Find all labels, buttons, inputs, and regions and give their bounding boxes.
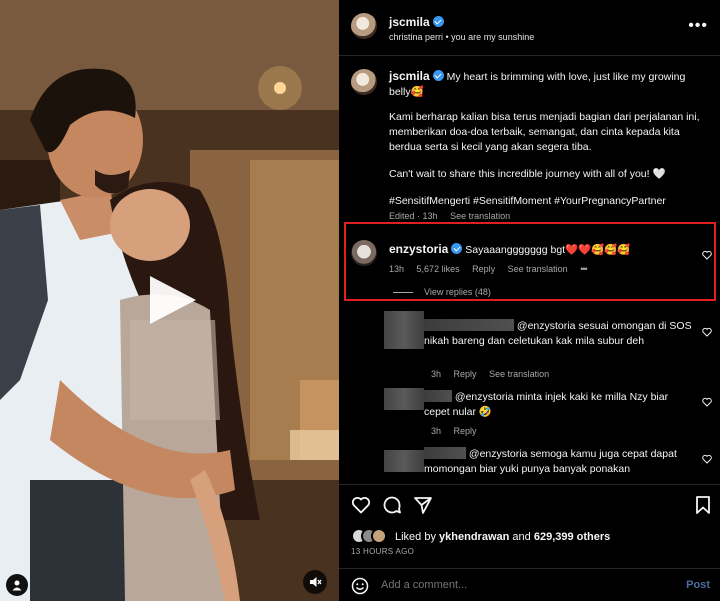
liked-by-prefix: Liked by: [395, 531, 436, 543]
liked-by-avatars: [351, 528, 391, 546]
blurred-username: [424, 447, 466, 459]
highlighted-comment: enzystoria Sayaaanggggggg bgt❤️❤️🥰🥰🥰 13h…: [389, 242, 699, 274]
reply-meta: 3h Reply: [431, 426, 487, 436]
liked-by-count[interactable]: 629,399 others: [534, 531, 610, 543]
reply-mention[interactable]: @enzystoria: [517, 320, 576, 332]
see-translation-link[interactable]: See translation: [508, 264, 568, 274]
post-details-panel: jscmila christina perri • you are my sun…: [339, 0, 720, 601]
post-caption: jscmila My heart is brimming with love, …: [389, 69, 709, 224]
reply-time: 3h: [431, 426, 442, 436]
add-comment-input[interactable]: [381, 579, 651, 591]
comment-time: 13h: [389, 264, 405, 274]
reply-mention[interactable]: @enzystoria: [469, 448, 528, 460]
caption-paragraph-3: Can't wait to share this incredible jour…: [389, 168, 666, 180]
view-replies-button[interactable]: View replies (48): [424, 287, 491, 297]
reply-meta: 3h Reply See translation: [431, 369, 559, 379]
caption-username[interactable]: jscmila: [389, 69, 430, 83]
verified-badge-icon: [432, 70, 444, 81]
blurred-avatar: [384, 450, 424, 472]
replies-line: [393, 292, 413, 293]
blurred-avatar: [384, 311, 424, 349]
verified-badge-icon: [432, 16, 444, 27]
reply-button[interactable]: Reply: [472, 264, 495, 274]
reply-button[interactable]: Reply: [454, 369, 477, 379]
liked-by-and: and: [512, 531, 531, 543]
author-avatar[interactable]: [351, 13, 377, 39]
post-time: 13 HOURS AGO: [351, 547, 415, 556]
comment-meta: 13h 5,672 likes Reply See translation ••…: [389, 264, 699, 274]
comment-options-icon[interactable]: •••: [580, 264, 588, 274]
comment-like-heart-icon[interactable]: [702, 327, 712, 337]
post-media-video[interactable]: [0, 0, 339, 601]
reply-time: 3h: [431, 369, 442, 379]
commenter-username[interactable]: enzystoria: [389, 242, 448, 256]
play-icon[interactable]: [146, 274, 198, 326]
edited-label: Edited · 13h: [389, 211, 438, 221]
post-actions: Liked by ykhendrawan and 629,399 others …: [339, 484, 720, 601]
commenter-avatar[interactable]: [351, 240, 377, 266]
user-tag-icon[interactable]: [6, 574, 28, 596]
post-header: jscmila christina perri • you are my sun…: [339, 0, 720, 56]
verified-badge-icon: [451, 243, 463, 254]
comment-text: Sayaaanggggggg bgt❤️❤️🥰🥰🥰: [465, 244, 631, 256]
see-translation-link[interactable]: See translation: [489, 369, 549, 379]
reply-button[interactable]: Reply: [454, 426, 477, 436]
caption-hashtags[interactable]: #SensitifMengerti #SensitifMoment #YourP…: [389, 194, 709, 209]
caption-author-avatar[interactable]: [351, 69, 377, 95]
comment-icon[interactable]: [382, 495, 402, 515]
reply-mention[interactable]: @enzystoria: [455, 391, 514, 403]
see-translation-link[interactable]: See translation: [450, 211, 510, 221]
bookmark-icon[interactable]: [693, 495, 713, 515]
heart-icon[interactable]: [351, 495, 371, 515]
emoji-icon[interactable]: [351, 577, 369, 595]
liked-by-summary[interactable]: Liked by ykhendrawan and 629,399 others: [395, 531, 610, 543]
blurred-username: [424, 319, 514, 331]
comment-like-heart-icon[interactable]: [702, 397, 712, 407]
comment-like-heart-icon[interactable]: [702, 250, 712, 260]
blurred-avatar: [384, 388, 424, 410]
mute-icon[interactable]: [303, 570, 327, 594]
add-comment-row: Post: [339, 568, 720, 601]
reply-comment: @enzystoria semoga kamu juga cepat dapat…: [424, 447, 694, 477]
post-comment-button[interactable]: Post: [686, 579, 710, 591]
caption-paragraph-2: Kami berharap kalian bisa terus menjadi …: [389, 111, 700, 153]
liked-by-user[interactable]: ykhendrawan: [439, 531, 509, 543]
more-options-icon[interactable]: •••: [688, 17, 708, 35]
reply-comment: @enzystoria sesuai omongan di SOS nikah …: [424, 319, 694, 349]
author-username[interactable]: jscmila: [389, 15, 430, 29]
audio-label[interactable]: christina perri • you are my sunshine: [389, 32, 534, 42]
comment-like-heart-icon[interactable]: [702, 454, 712, 464]
share-icon[interactable]: [413, 495, 433, 515]
comment-likes[interactable]: 5,672 likes: [417, 264, 460, 274]
comments-list[interactable]: jscmila My heart is brimming with love, …: [339, 57, 720, 484]
reply-comment: @enzystoria minta injek kaki ke milla Nz…: [424, 390, 694, 420]
blurred-username: [424, 390, 452, 402]
